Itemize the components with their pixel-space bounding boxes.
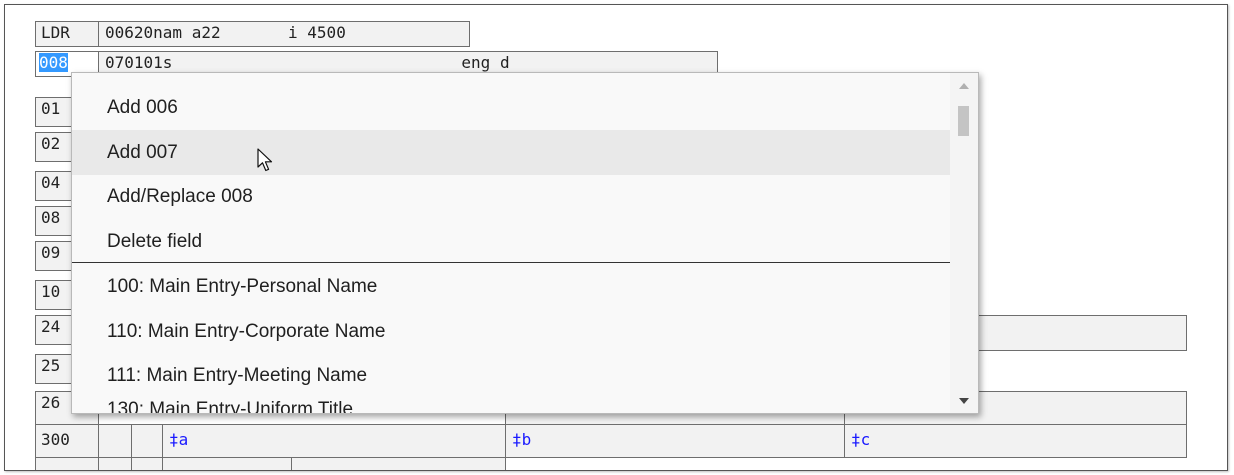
menu-item-field-111[interactable]: 111: Main Entry-Meeting Name xyxy=(72,353,950,398)
scroll-down-icon[interactable] xyxy=(959,398,969,404)
menu-scrollbar[interactable] xyxy=(950,73,978,413)
menu-item-delete-field[interactable]: Delete field xyxy=(72,219,950,264)
subfield-cell[interactable] xyxy=(291,457,506,470)
mouse-cursor-icon xyxy=(257,148,273,172)
menu-item-add-replace-008[interactable]: Add/Replace 008 xyxy=(72,174,950,219)
scroll-up-icon[interactable] xyxy=(959,83,969,89)
leader-tag: LDR xyxy=(35,21,99,47)
subfield-cell[interactable] xyxy=(162,457,292,470)
menu-item-field-100[interactable]: 100: Main Entry-Personal Name xyxy=(72,264,950,309)
indicator-2[interactable] xyxy=(131,424,163,458)
context-menu: Add 006 Add 007 Add/Replace 008 Delete f… xyxy=(71,72,979,414)
tag-cell[interactable] xyxy=(35,457,99,470)
menu-separator xyxy=(72,262,950,263)
subfield-a[interactable]: ‡a xyxy=(162,424,506,458)
menu-item-add-007[interactable]: Add 007 xyxy=(72,130,950,175)
indicator-1[interactable] xyxy=(98,424,132,458)
indicator-2[interactable] xyxy=(131,457,163,470)
subfield-c[interactable]: ‡c xyxy=(844,424,1187,458)
leader-value[interactable]: 00620nam a22 i 4500 xyxy=(98,21,470,47)
subfield-b[interactable]: ‡b xyxy=(505,424,845,458)
indicator-1[interactable] xyxy=(98,457,132,470)
menu-item-field-130[interactable]: 130: Main Entry-Uniform Title xyxy=(72,399,950,413)
marc-editor: LDR 00620nam a22 i 4500 008 070101s eng … xyxy=(4,4,1228,471)
context-menu-list: Add 006 Add 007 Add/Replace 008 Delete f… xyxy=(72,73,950,413)
menu-item-add-006[interactable]: Add 006 xyxy=(72,85,950,130)
scroll-thumb[interactable] xyxy=(958,106,969,136)
menu-item-field-110[interactable]: 110: Main Entry-Corporate Name xyxy=(72,309,950,354)
field-300-tag[interactable]: 300 xyxy=(35,424,99,458)
field-value-cell[interactable] xyxy=(965,315,1187,351)
